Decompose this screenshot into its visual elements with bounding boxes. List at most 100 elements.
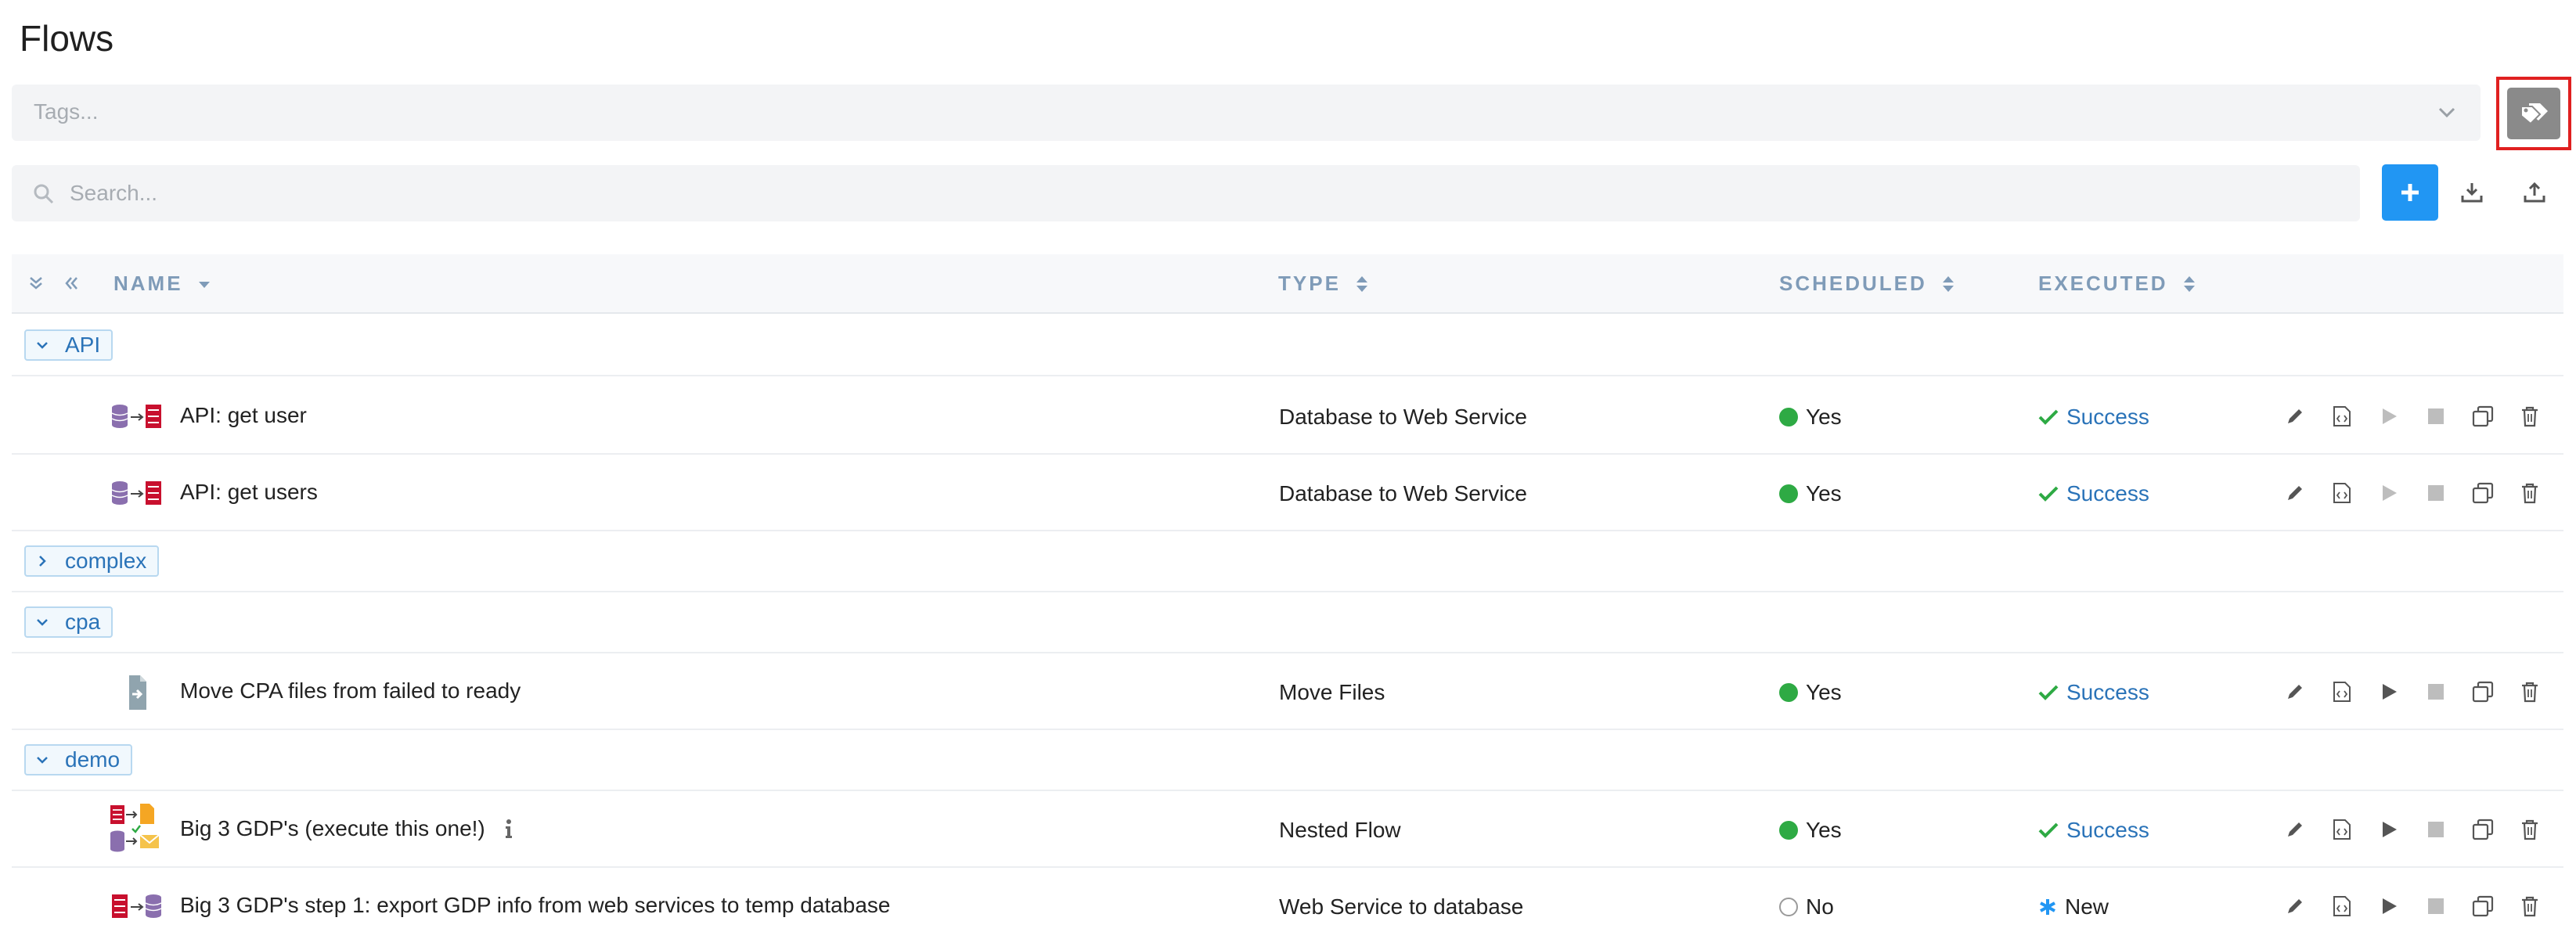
play-icon[interactable] <box>2377 405 2401 428</box>
view-code-icon[interactable] <box>2330 481 2354 505</box>
sort-icon <box>1356 275 1367 292</box>
trash-icon[interactable] <box>2518 818 2542 841</box>
scheduled-status: Yes <box>1779 680 1842 705</box>
group-toggle[interactable]: complex <box>24 545 160 577</box>
column-header-name[interactable]: NAME <box>113 272 211 296</box>
scheduled-dot-icon <box>1779 408 1798 426</box>
copy-icon[interactable] <box>2471 680 2495 703</box>
column-header-executed[interactable]: EXECUTED <box>2038 272 2196 296</box>
chevron-down-icon[interactable] <box>2435 100 2459 124</box>
check-icon <box>2038 822 2059 838</box>
search-input[interactable] <box>70 176 2324 211</box>
copy-icon[interactable] <box>2471 405 2495 428</box>
edit-pencil-icon[interactable] <box>2283 481 2307 505</box>
table-row[interactable]: API: get user Database to Web Service Ye… <box>12 378 2563 455</box>
group-row-complex: complex <box>12 531 2563 592</box>
check-icon <box>2038 685 2059 700</box>
flow-name-link[interactable]: Big 3 GDP's step 1: export GDP info from… <box>180 893 890 918</box>
database-to-webservice-icon <box>111 405 161 428</box>
executed-status: Success <box>2038 405 2149 430</box>
upload-icon <box>2524 182 2545 203</box>
edit-pencil-icon[interactable] <box>2283 894 2307 918</box>
add-flow-button[interactable] <box>2382 164 2438 221</box>
trash-icon[interactable] <box>2518 405 2542 428</box>
group-toggle[interactable]: cpa <box>24 606 113 638</box>
chevron-down-icon <box>37 619 48 626</box>
play-icon[interactable] <box>2377 818 2401 841</box>
stop-icon[interactable] <box>2424 818 2448 841</box>
stop-icon[interactable] <box>2424 405 2448 428</box>
table-row[interactable]: Big 3 GDP's (execute this one!) Nested F… <box>12 791 2563 868</box>
trash-icon[interactable] <box>2518 894 2542 918</box>
asterisk-icon <box>2040 899 2055 915</box>
flow-name-link[interactable]: Move CPA files from failed to ready <box>180 678 521 703</box>
collapse-all-icon[interactable] <box>62 273 82 293</box>
download-icon <box>2461 183 2483 203</box>
scheduled-dot-icon <box>1779 683 1798 702</box>
group-label: API <box>65 333 101 357</box>
row-actions <box>2283 818 2542 841</box>
edit-pencil-icon[interactable] <box>2283 680 2307 703</box>
play-icon[interactable] <box>2377 680 2401 703</box>
table-row[interactable]: Move CPA files from failed to ready Move… <box>12 653 2563 730</box>
view-code-icon[interactable] <box>2330 818 2354 841</box>
table-row[interactable]: Big 3 GDP's step 1: export GDP info from… <box>12 868 2563 932</box>
stop-icon[interactable] <box>2424 481 2448 505</box>
tag-filter-button[interactable] <box>2507 88 2560 139</box>
flow-name-link[interactable]: API: get user <box>180 403 307 428</box>
scheduled-status: Yes <box>1779 481 1842 506</box>
flow-type: Database to Web Service <box>1279 481 1527 506</box>
sort-desc-icon <box>198 281 210 288</box>
edit-pencil-icon[interactable] <box>2283 818 2307 841</box>
group-toggle[interactable]: demo <box>24 744 133 775</box>
tags-select[interactable]: Tags... <box>12 85 2481 141</box>
search-icon <box>34 184 54 204</box>
chevron-right-icon <box>39 556 46 567</box>
tags-placeholder: Tags... <box>34 99 99 124</box>
executed-status: New <box>2038 894 2109 919</box>
import-button[interactable] <box>2453 174 2491 211</box>
nested-flow-icon <box>110 804 160 852</box>
row-actions <box>2283 405 2542 428</box>
scheduled-dot-icon <box>1779 484 1798 503</box>
page-title: Flows <box>20 18 114 59</box>
table-header: NAME TYPE SCHEDULED EXECUTED <box>12 254 2563 314</box>
copy-icon[interactable] <box>2471 894 2495 918</box>
stop-icon[interactable] <box>2424 894 2448 918</box>
flow-type: Nested Flow <box>1279 818 1401 842</box>
plus-icon <box>2401 184 2419 201</box>
expand-all-icon[interactable] <box>26 273 46 293</box>
search-bar <box>12 165 2360 221</box>
trash-icon[interactable] <box>2518 680 2542 703</box>
stop-icon[interactable] <box>2424 680 2448 703</box>
table-row[interactable]: API: get users Database to Web Service Y… <box>12 455 2563 531</box>
column-header-type[interactable]: TYPE <box>1278 272 1369 296</box>
sort-icon <box>2183 275 2195 292</box>
move-files-icon <box>129 675 146 710</box>
play-icon[interactable] <box>2377 481 2401 505</box>
check-icon <box>2038 409 2059 425</box>
chevron-down-icon <box>37 757 48 764</box>
info-icon[interactable] <box>500 818 517 840</box>
flow-name-link[interactable]: API: get users <box>180 480 318 505</box>
view-code-icon[interactable] <box>2330 894 2354 918</box>
executed-status: Success <box>2038 481 2149 506</box>
column-header-scheduled[interactable]: SCHEDULED <box>1779 272 1955 296</box>
export-button[interactable] <box>2516 174 2553 211</box>
group-toggle[interactable]: API <box>24 329 113 361</box>
copy-icon[interactable] <box>2471 481 2495 505</box>
trash-icon[interactable] <box>2518 481 2542 505</box>
play-icon[interactable] <box>2377 894 2401 918</box>
row-actions <box>2283 481 2542 505</box>
view-code-icon[interactable] <box>2330 680 2354 703</box>
group-row-demo: demo <box>12 730 2563 791</box>
group-label: cpa <box>65 610 101 634</box>
group-label: complex <box>65 549 147 573</box>
edit-pencil-icon[interactable] <box>2283 405 2307 428</box>
copy-icon[interactable] <box>2471 818 2495 841</box>
group-row-api: API <box>12 315 2563 376</box>
view-code-icon[interactable] <box>2330 405 2354 428</box>
unscheduled-circle-icon <box>1779 898 1798 916</box>
check-icon <box>2038 486 2059 502</box>
flow-name-link[interactable]: Big 3 GDP's (execute this one!) <box>180 816 485 841</box>
